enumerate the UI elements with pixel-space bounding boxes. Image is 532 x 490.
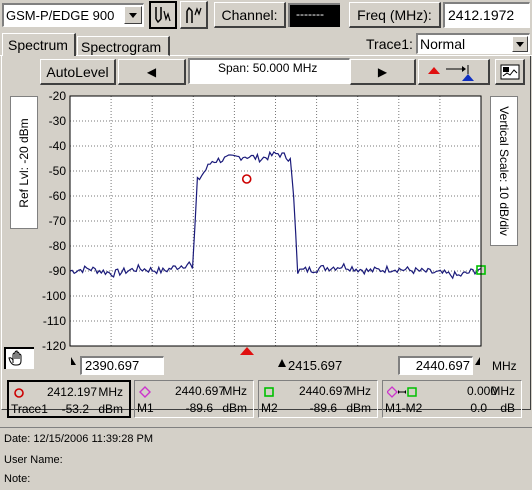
marker-freq: 2440.697 — [298, 384, 349, 398]
marker-freq-unit: MHz — [222, 384, 247, 398]
freq-label: Freq (MHz): — [357, 6, 432, 23]
y-tick-label: -20 — [49, 89, 67, 103]
span-display: Span: 50.000 MHz — [188, 58, 350, 84]
marker-name: M1 — [137, 401, 154, 415]
freq-value: 2412.1972 — [448, 7, 515, 23]
delta-marker-icon — [386, 386, 417, 401]
y-tick-label: -110 — [43, 314, 66, 328]
y-tick-label: -80 — [49, 239, 67, 253]
y-tick-label: -100 — [42, 289, 66, 303]
y-tick-label: -60 — [49, 189, 67, 203]
marker-freq: 2412.197 — [46, 385, 97, 399]
marker-to-center-button[interactable] — [418, 59, 490, 85]
marker-readout-2[interactable]: 2440.697 MHz M2 -89.6 dBm — [258, 380, 378, 418]
marker-to-center-icon — [427, 64, 474, 81]
tab-spectrum-label: Spectrum — [8, 37, 68, 53]
marker-readout-3[interactable]: 0.000 MHz M1-M2 0.0 dB — [382, 380, 522, 418]
channel-value: ------- — [296, 7, 324, 21]
marker-level: 0.0 — [470, 401, 487, 415]
marker-name: M2 — [261, 401, 278, 415]
trace-mode-select[interactable]: Normal — [416, 33, 530, 54]
standard-select[interactable]: GSM-P/EDGE 900 — [2, 3, 144, 27]
status-area: Date: 12/15/2006 11:39:28 PM User Name: … — [0, 427, 532, 490]
marker-freq-unit: MHz — [346, 384, 371, 398]
screenshot-button[interactable] — [495, 59, 525, 85]
trace-mode-dropdown-button[interactable] — [512, 36, 528, 52]
pan-hand-button[interactable] — [4, 347, 34, 369]
stop-freq-value: 2440.697 — [415, 358, 470, 373]
center-freq-value[interactable]: 2415.697 — [288, 358, 342, 373]
tab-spectrum[interactable]: Spectrum — [2, 33, 76, 56]
marker-level-unit: dBm — [98, 402, 123, 416]
marker-level: -89.6 — [309, 401, 337, 415]
marker-level: -53.2 — [61, 402, 89, 416]
marker-freq-unit: MHz — [98, 385, 123, 399]
start-freq-field[interactable]: 2390.697 — [80, 356, 164, 375]
marker-name: M1-M2 — [385, 401, 423, 415]
hand-icon — [8, 350, 22, 366]
tab-spectrogram-label: Spectrogram — [81, 39, 162, 55]
channel-label: Channel: — [221, 6, 278, 23]
chevron-down-icon — [516, 41, 524, 47]
tab-spectrogram[interactable]: Spectrogram — [77, 36, 170, 56]
y-tick-label: -30 — [49, 114, 67, 128]
left-arrow-icon: ◀ — [146, 64, 157, 79]
freq-unit-label: MHz — [492, 359, 517, 373]
center-tri — [278, 359, 286, 367]
marker-freq-unit: MHz — [490, 384, 515, 398]
marker-level-unit: dB — [500, 401, 515, 415]
marker-freq: 2440.697 — [174, 384, 225, 398]
channel-button[interactable]: Channel: — [214, 2, 286, 28]
marker-level-unit: dBm — [222, 401, 247, 415]
peak-hold-button[interactable] — [149, 1, 177, 29]
y-tick-label: -50 — [49, 164, 67, 178]
y-tick-label: -90 — [49, 264, 67, 278]
marker-level-unit: dBm — [346, 401, 371, 415]
y-tick-label: -120 — [42, 339, 66, 353]
circle-marker-icon — [13, 387, 25, 402]
span-increase-button[interactable]: ▶ — [350, 59, 416, 85]
peak-up-icon — [185, 6, 202, 23]
chevron-down-icon — [129, 12, 137, 18]
autolevel-button[interactable]: AutoLevel — [40, 59, 116, 85]
autolevel-label: AutoLevel — [46, 63, 109, 80]
trace-mode-value: Normal — [420, 36, 466, 52]
peak-up-button[interactable] — [180, 1, 208, 29]
span-label: Span: 50.000 MHz — [218, 61, 318, 75]
y-tick-label: -40 — [49, 139, 67, 153]
spectrum-chart[interactable]: -20 -30 -40 -50 -60 -70 -80 -90 -100 -110 -120 — [0, 88, 532, 360]
marker-readout-1[interactable]: 2440.697 MHz M1 -89.6 dBm — [134, 380, 254, 418]
stop-freq-field[interactable]: 2440.697 — [398, 356, 473, 375]
freq-input[interactable]: 2412.1972 — [443, 2, 530, 28]
start-freq-value: 2390.697 — [85, 358, 140, 373]
y-tick-labels: -20 -30 -40 -50 -60 -70 -80 -90 -100 -110 -120 — [42, 89, 66, 353]
plot-background — [70, 96, 481, 346]
status-user-name: User Name: — [4, 454, 63, 466]
center-marker-icon — [240, 347, 254, 355]
stop-marker-tri — [475, 357, 480, 365]
marker-readout-0[interactable]: 2412.197 MHz Trace1 -53.2 dBm — [7, 380, 131, 418]
freq-button[interactable]: Freq (MHz): — [349, 2, 441, 28]
trace-label: Trace1: — [366, 36, 413, 52]
start-marker-tri — [71, 357, 76, 365]
status-note: Note: — [4, 473, 31, 485]
square-marker-icon — [263, 386, 275, 401]
status-date: Date: 12/15/2006 11:39:28 PM — [4, 433, 154, 445]
marker-name: Trace1 — [11, 402, 48, 416]
standard-dropdown-button[interactable] — [124, 6, 142, 24]
right-arrow-icon: ▶ — [377, 64, 388, 79]
channel-display: ------- — [288, 3, 340, 27]
standard-select-value: GSM-P/EDGE 900 — [6, 8, 115, 23]
display-settings-icon — [500, 64, 519, 79]
peak-down-icon — [155, 7, 171, 24]
diamond-marker-icon — [139, 386, 151, 401]
y-tick-label: -70 — [49, 214, 67, 228]
span-decrease-button[interactable]: ◀ — [118, 59, 186, 85]
marker-level: -89.6 — [185, 401, 213, 415]
